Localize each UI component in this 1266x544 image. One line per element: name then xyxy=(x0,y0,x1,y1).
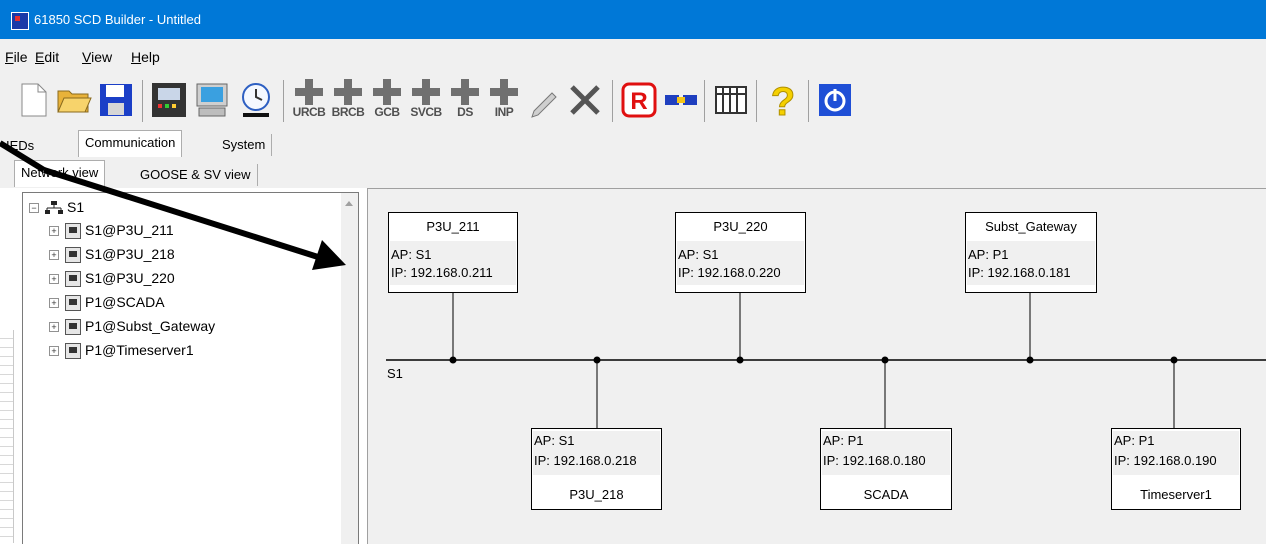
svg-text:?: ? xyxy=(771,81,795,119)
toolbar-separator xyxy=(756,80,757,122)
add-inp-button[interactable]: INP xyxy=(486,79,522,125)
power-icon[interactable] xyxy=(816,81,854,119)
expand-icon[interactable]: + xyxy=(49,274,59,285)
ied-node-icon xyxy=(65,247,81,264)
subnet-label: S1 xyxy=(387,366,403,381)
menu-help[interactable]: Help xyxy=(131,49,160,65)
toolbar-separator xyxy=(612,80,613,122)
ied-box-subst-gateway[interactable]: Subst_Gateway AP: P1 IP: 192.168.0.181 xyxy=(965,212,1097,293)
ied-box-p3u-220[interactable]: P3U_220 AP: S1 IP: 192.168.0.220 xyxy=(675,212,806,293)
add-brcb-button[interactable]: BRCB xyxy=(330,79,366,125)
bus-node xyxy=(449,356,457,364)
tree-scrollbar[interactable] xyxy=(341,193,358,544)
ied-box-p3u-218[interactable]: AP: S1 IP: 192.168.0.218 P3U_218 xyxy=(531,428,662,510)
scroll-up-arrow-icon[interactable] xyxy=(345,201,353,206)
new-file-icon[interactable] xyxy=(14,81,52,119)
svg-text:R: R xyxy=(630,88,647,115)
toolbar-separator xyxy=(808,80,809,122)
app-icon xyxy=(11,12,29,30)
add-gcb-button[interactable]: GCB xyxy=(369,79,405,125)
toolbar-separator xyxy=(142,80,143,122)
tab-system[interactable]: System xyxy=(216,134,273,156)
ied-box-scada[interactable]: AP: P1 IP: 192.168.0.180 SCADA xyxy=(820,428,952,510)
toolbar-separator xyxy=(283,80,284,122)
open-folder-icon[interactable] xyxy=(55,81,93,119)
clock-icon[interactable] xyxy=(237,81,275,119)
ied-node-icon xyxy=(65,343,81,360)
table-icon[interactable] xyxy=(712,81,750,119)
ied-device-icon[interactable] xyxy=(150,81,188,119)
bus-node xyxy=(881,356,889,364)
ied-node-icon xyxy=(65,319,81,336)
r-icon[interactable]: R xyxy=(620,81,658,119)
help-icon[interactable]: ? xyxy=(764,81,802,119)
tree-item[interactable]: + P1@Timeserver1 xyxy=(49,342,194,362)
tree-root[interactable]: − S1 xyxy=(29,199,84,219)
sub-tabs: Network view GOOSE & SV view xyxy=(0,158,1266,188)
expand-icon[interactable]: + xyxy=(49,226,59,237)
expand-icon[interactable]: + xyxy=(49,346,59,357)
tab-communication[interactable]: Communication xyxy=(78,130,183,157)
menu-file[interactable]: File xyxy=(5,49,28,65)
ied-node-icon xyxy=(65,223,81,240)
ied-node-icon xyxy=(65,271,81,288)
delete-x-icon[interactable] xyxy=(566,81,604,119)
pencil-icon[interactable] xyxy=(526,81,564,119)
tree-item[interactable]: + S1@P3U_211 xyxy=(49,222,174,242)
network-icon xyxy=(45,201,63,215)
window-title: 61850 SCD Builder - Untitled xyxy=(34,12,201,27)
toolbar: URCB BRCB GCB SVCB DS INP R ? xyxy=(0,72,1266,130)
bus-node xyxy=(1170,356,1178,364)
add-urcb-button[interactable]: URCB xyxy=(291,79,327,125)
plug-icon[interactable] xyxy=(662,81,700,119)
toolbar-separator xyxy=(704,80,705,122)
tree-panel: − S1 + S1@P3U_211 + S1@P3U_218 + S1@P3U_220 … xyxy=(22,192,359,544)
bus-node xyxy=(736,356,744,364)
computer-icon[interactable] xyxy=(193,81,231,119)
tab-goose-sv-view[interactable]: GOOSE & SV view xyxy=(134,164,258,186)
title-bar: 61850 SCD Builder - Untitled xyxy=(0,0,1266,39)
ied-box-timeserver1[interactable]: AP: P1 IP: 192.168.0.190 Timeserver1 xyxy=(1111,428,1241,510)
network-diagram-panel: S1 P3U_211 AP: S1 IP: 192.168.0.211 P3U_… xyxy=(367,188,1266,544)
menu-bar: File Edit View Help xyxy=(0,39,1266,72)
main-tabs: IEDs Communication System xyxy=(0,130,1266,159)
save-icon[interactable] xyxy=(97,81,135,119)
bus-node xyxy=(1026,356,1034,364)
tab-network-view[interactable]: Network view xyxy=(14,160,106,187)
background-window-edge xyxy=(0,330,14,543)
add-svcb-button[interactable]: SVCB xyxy=(408,79,444,125)
add-ds-button[interactable]: DS xyxy=(447,79,483,125)
tree-item[interactable]: + P1@SCADA xyxy=(49,294,165,314)
menu-view[interactable]: View xyxy=(82,49,112,65)
expand-icon[interactable]: + xyxy=(49,298,59,309)
collapse-icon[interactable]: − xyxy=(29,203,39,214)
tree-item[interactable]: + S1@P3U_220 xyxy=(49,270,175,290)
expand-icon[interactable]: + xyxy=(49,250,59,261)
tab-ieds[interactable]: IEDs xyxy=(0,138,40,153)
bus-node xyxy=(593,356,601,364)
ied-node-icon xyxy=(65,295,81,312)
tree-root-label: S1 xyxy=(67,199,85,215)
ied-box-p3u-211[interactable]: P3U_211 AP: S1 IP: 192.168.0.211 xyxy=(388,212,518,293)
tree-item[interactable]: + P1@Subst_Gateway xyxy=(49,318,215,338)
tree-item[interactable]: + S1@P3U_218 xyxy=(49,246,175,266)
menu-edit[interactable]: Edit xyxy=(35,49,59,65)
expand-icon[interactable]: + xyxy=(49,322,59,333)
